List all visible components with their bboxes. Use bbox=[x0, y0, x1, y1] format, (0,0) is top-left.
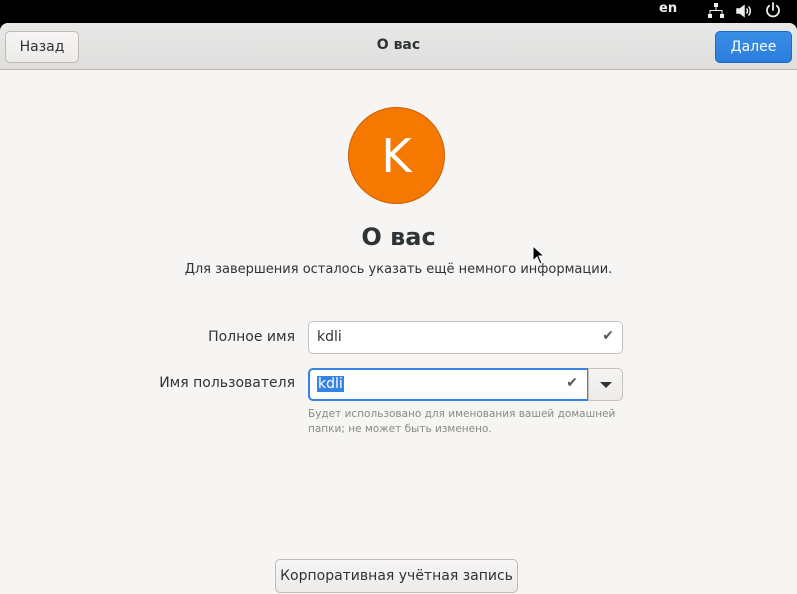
full-name-field[interactable]: kdli ✔ bbox=[308, 321, 623, 354]
username-dropdown-button[interactable] bbox=[588, 368, 623, 401]
full-name-value: kdli bbox=[317, 329, 342, 345]
avatar-letter: K bbox=[381, 128, 412, 183]
username-field[interactable]: kdli ✔ bbox=[308, 368, 589, 401]
check-icon: ✔ bbox=[566, 375, 578, 391]
enterprise-login-button[interactable]: Корпоративная учётная запись bbox=[275, 559, 518, 593]
chevron-down-icon bbox=[600, 382, 612, 388]
check-icon: ✔ bbox=[602, 328, 614, 344]
full-name-label: Полное имя bbox=[208, 329, 295, 345]
network-icon[interactable] bbox=[707, 2, 725, 20]
page-subtitle: Для завершения осталось указать ещё немн… bbox=[184, 262, 613, 277]
power-icon[interactable] bbox=[764, 1, 782, 19]
mouse-cursor-icon bbox=[532, 244, 546, 269]
avatar[interactable]: K bbox=[348, 107, 445, 204]
page-title: О вас bbox=[361, 223, 436, 251]
keyboard-layout-indicator[interactable]: en bbox=[659, 1, 677, 16]
username-value: kdli bbox=[317, 376, 344, 392]
header-bar: Назад О вас Далее bbox=[0, 23, 797, 70]
username-hint: Будет использовано для именования вашей … bbox=[308, 408, 616, 435]
setup-window: Назад О вас Далее K О вас Для завершения… bbox=[0, 23, 797, 594]
volume-icon[interactable] bbox=[735, 2, 753, 20]
username-label: Имя пользователя bbox=[159, 375, 295, 391]
header-title: О вас bbox=[376, 37, 421, 53]
next-button[interactable]: Далее bbox=[715, 31, 792, 63]
system-top-bar: en bbox=[0, 0, 797, 23]
